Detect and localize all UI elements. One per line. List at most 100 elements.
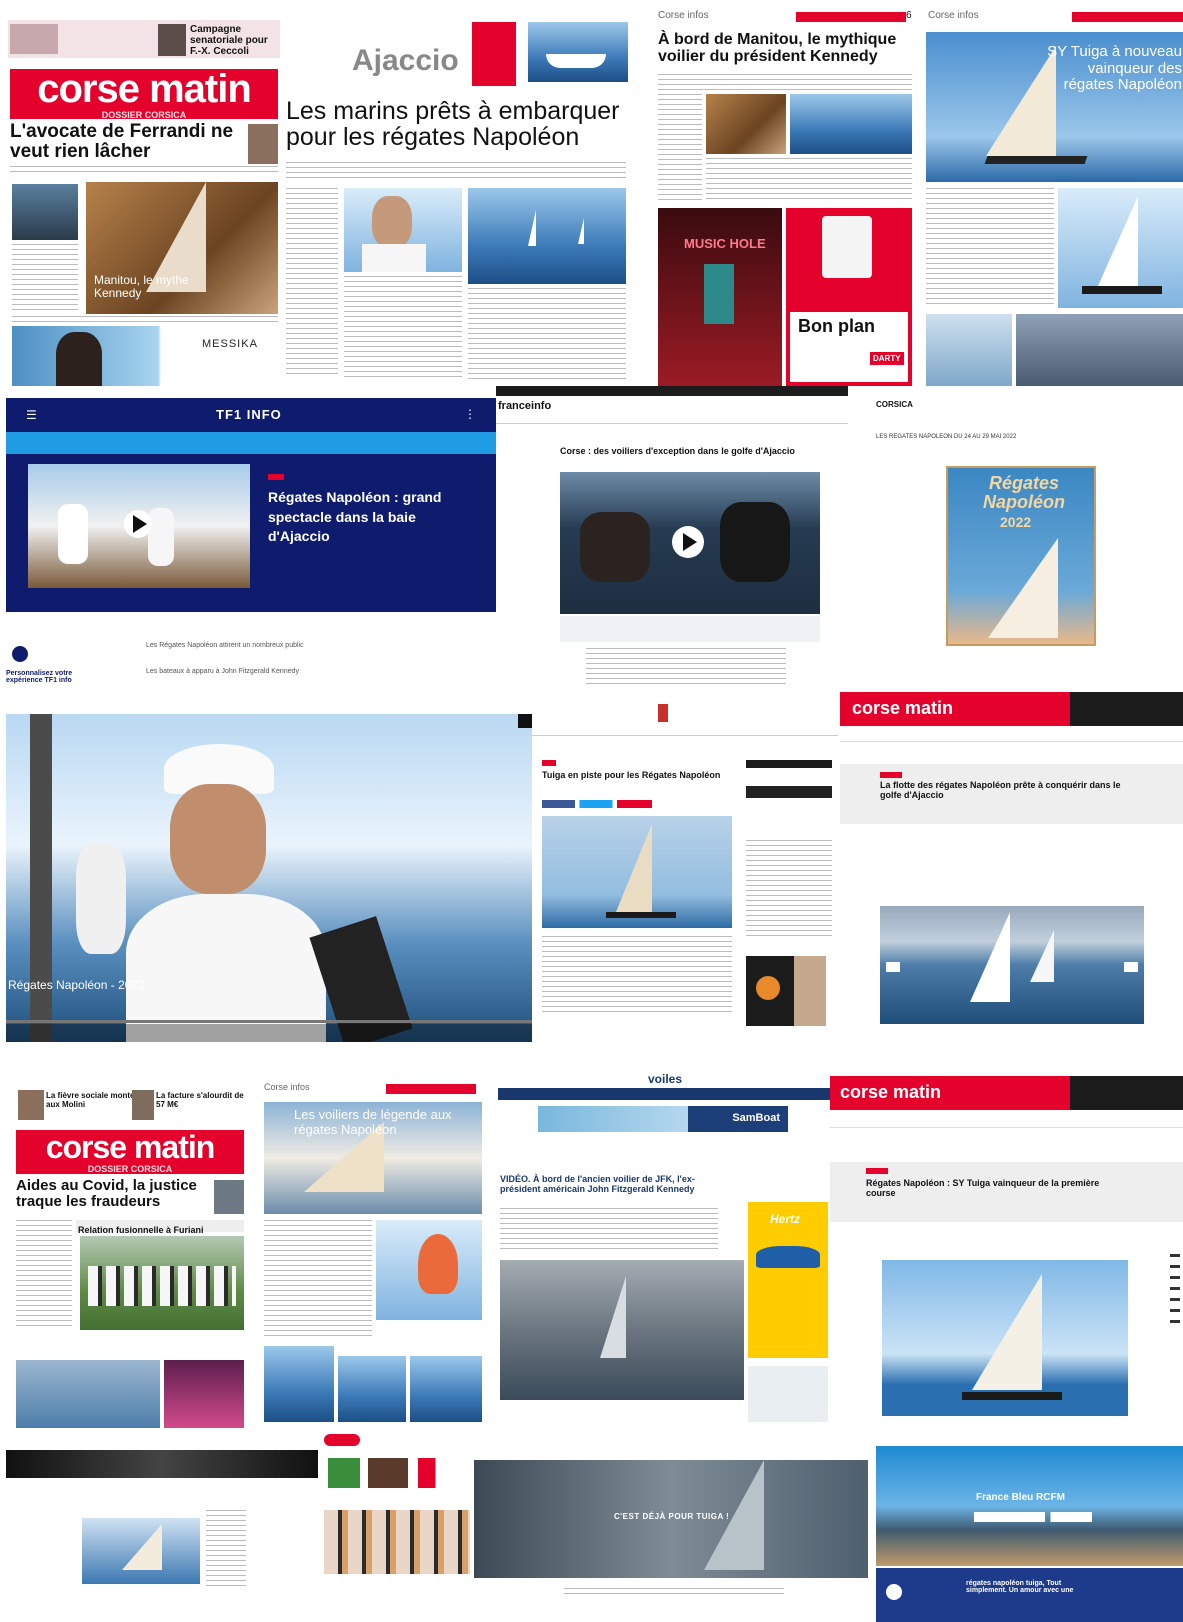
- video-overlay-text: Régates Napoléon - 2022: [8, 978, 145, 992]
- hertz-logo: Hertz: [770, 1212, 801, 1226]
- header-dark: [1070, 1076, 1183, 1110]
- bottom-photo-2: [338, 1356, 406, 1422]
- promo-1: [328, 1458, 360, 1488]
- hero-hull: [984, 156, 1088, 164]
- hero-headline: Les voiliers de légende aux régates Napo…: [294, 1107, 452, 1137]
- progress-bar[interactable]: [6, 1020, 532, 1023]
- section-bar: [796, 12, 906, 22]
- article-body: [586, 648, 786, 684]
- group-photo: [324, 1510, 470, 1574]
- player-text: régates napoléon tuiga, Tout simplement.…: [966, 1580, 1074, 1594]
- personalize-text[interactable]: Personnalisez votre expérience TF1 info: [6, 670, 82, 684]
- article-title: Tuiga en piste pour les Régates Napoléon: [542, 770, 721, 780]
- samboat-ad[interactable]: SamBoat: [538, 1106, 788, 1132]
- article-badge: [866, 1168, 888, 1174]
- site-logo[interactable]: [324, 1434, 360, 1446]
- fleet-sail-2: [1030, 930, 1054, 982]
- photo-caption: Manitou, le mythe Kennedy: [94, 273, 189, 301]
- corse-matin-logo[interactable]: corse matin: [840, 1082, 941, 1103]
- section-label: Corse infos: [658, 10, 709, 21]
- video-interview[interactable]: Régates Napoléon - 2022: [6, 714, 532, 1042]
- section-header: Ajaccio: [352, 44, 459, 77]
- video-meta: [560, 616, 820, 642]
- video-thumbnail[interactable]: [28, 464, 250, 588]
- player-icon[interactable]: [886, 1584, 902, 1600]
- poster-sail: [988, 538, 1058, 638]
- headline: À bord de Manitou, le mythique voilier d…: [658, 31, 897, 65]
- sailor-photo: [344, 188, 462, 272]
- team-photo: [80, 1236, 244, 1330]
- boat-sail: [600, 1276, 626, 1358]
- article-title: Corse : des voiliers d'exception dans le…: [560, 446, 795, 456]
- site-logo[interactable]: [658, 704, 708, 722]
- bullet-2: Les bateaux à apparu à John Fitzgerald K…: [146, 668, 299, 675]
- bottom-photo-1: [16, 1360, 160, 1428]
- yacht-hull: [1082, 286, 1162, 294]
- tf1-subnav: [6, 432, 496, 454]
- tf1-info-article: ☰ TF1 INFO ⋮ Régates Napoléon : grand sp…: [6, 398, 496, 698]
- hertz-ad[interactable]: Hertz: [748, 1202, 828, 1358]
- banner-photo: C'EST DÉJÀ POUR TUIGA !: [474, 1460, 868, 1578]
- header-dark: [1070, 692, 1183, 726]
- ad-music-figure: [704, 264, 734, 324]
- article-body: [542, 936, 732, 1016]
- tuiga-en-piste-article: Tuiga en piste pour les Régates Napoléon: [532, 700, 838, 1030]
- headline: Les marins prêts à embarquer pour les ré…: [286, 97, 620, 152]
- play-button[interactable]: [672, 526, 704, 558]
- spinnaker: [418, 1234, 458, 1294]
- column-right: [468, 288, 626, 380]
- menu-icon[interactable]: ☰: [26, 408, 37, 422]
- promo-photo-2: [132, 1090, 154, 1120]
- cabin-photo: [706, 94, 786, 154]
- poster-year: 2022: [1000, 514, 1032, 530]
- team-row: [88, 1266, 236, 1306]
- promo-text: Campagne senatoriale pour F.-X. Ceccoli: [190, 24, 268, 57]
- headline: Aides au Covid, la justice traque les fr…: [16, 1177, 197, 1210]
- corsica-logo[interactable]: CORSICA: [876, 400, 913, 409]
- carousel-prev[interactable]: [886, 962, 900, 972]
- promo-text-1: La fièvre sociale monte aux Molini: [46, 1091, 135, 1109]
- promo-photo: [10, 24, 58, 54]
- column-mid: [344, 276, 462, 380]
- top-strip: [496, 386, 848, 396]
- hull: [606, 912, 676, 918]
- jfk-boat-photo: [500, 1260, 744, 1400]
- crew-figure-1: [580, 512, 650, 582]
- tf1-logo[interactable]: TF1 INFO: [216, 407, 282, 422]
- corse-matin-logo: corse matin DOSSIER CORSICA: [16, 1130, 244, 1174]
- lede: [286, 162, 626, 182]
- ad-moon: [756, 976, 780, 1000]
- section-bar: [1072, 12, 1183, 22]
- listen-buttons[interactable]: [974, 1512, 1092, 1522]
- interviewee: [126, 744, 326, 1042]
- player-bar[interactable]: régates napoléon tuiga, Tout simplement.…: [876, 1568, 1183, 1622]
- video-banner-tuiga[interactable]: C'EST DÉJÀ POUR TUIGA !: [474, 1460, 868, 1622]
- corse-matin-front-page-2: La fièvre sociale monte aux Molini La fa…: [14, 1084, 246, 1432]
- play-button[interactable]: [124, 510, 152, 538]
- tf1-header: ☰ TF1 INFO ⋮: [6, 398, 496, 432]
- headline-lede: [10, 166, 278, 176]
- site-nav: [498, 1088, 830, 1100]
- logo-subtitle: DOSSIER CORSICA: [101, 109, 187, 120]
- headline: L'avocate de Ferrandi ne veut rien lâche…: [10, 121, 234, 162]
- site-logo[interactable]: voiles: [648, 1072, 682, 1086]
- personalize-icon[interactable]: [12, 646, 28, 662]
- yacht-sail: [1098, 196, 1138, 286]
- logo-text: corse matin: [45, 1128, 216, 1165]
- carousel-next[interactable]: [1124, 962, 1138, 972]
- headline-photo: [214, 1180, 244, 1214]
- more-icon[interactable]: ⋮: [464, 407, 476, 421]
- franceinfo-logo[interactable]: franceinfo: [498, 400, 551, 412]
- article-header-box: La flotte des régates Napoléon prête à c…: [840, 764, 1183, 824]
- banner-overlay: C'EST DÉJÀ POUR TUIGA !: [614, 1512, 730, 1521]
- video-player[interactable]: [560, 472, 820, 614]
- share-buttons[interactable]: [542, 800, 652, 808]
- ad-text: SamBoat: [732, 1112, 780, 1124]
- social-rail[interactable]: [1170, 1246, 1180, 1326]
- ad-messika: MESSIKA: [12, 326, 278, 386]
- crew-photo: [790, 94, 912, 154]
- dark-site-article: [6, 1450, 318, 1622]
- corse-matin-logo[interactable]: corse matin: [852, 698, 953, 719]
- bullet-1: Les Régates Napoléon attirent un nombreu…: [146, 642, 304, 649]
- promo-photo-1: [18, 1090, 44, 1120]
